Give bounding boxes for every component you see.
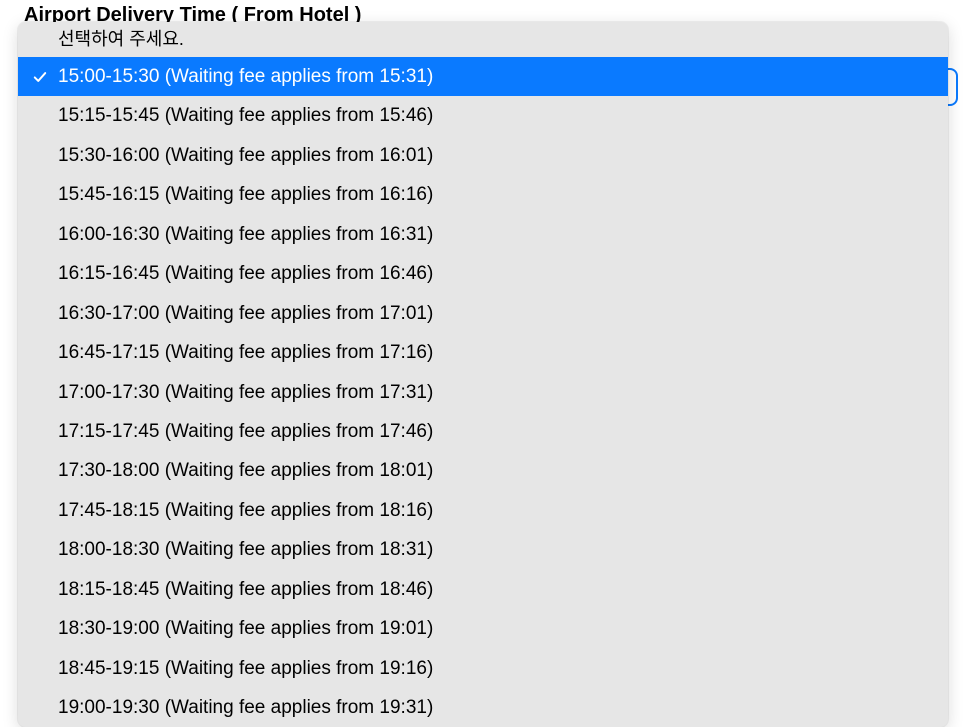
dropdown-option-label: 18:15-18:45 (Waiting fee applies from 18… [58,579,433,600]
dropdown-option[interactable]: 17:45-18:15 (Waiting fee applies from 18… [18,491,948,530]
dropdown-option[interactable]: 15:45-16:15 (Waiting fee applies from 16… [18,175,948,214]
dropdown-option[interactable]: 18:00-18:30 (Waiting fee applies from 18… [18,530,948,569]
dropdown-option[interactable]: 17:30-18:00 (Waiting fee applies from 18… [18,451,948,490]
dropdown-option[interactable]: 17:00-17:30 (Waiting fee applies from 17… [18,373,948,412]
dropdown-option[interactable]: 19:00-19:30 (Waiting fee applies from 19… [18,688,948,727]
dropdown-option[interactable]: 17:15-17:45 (Waiting fee applies from 17… [18,412,948,451]
dropdown-option-label: 19:00-19:30 (Waiting fee applies from 19… [58,697,433,718]
dropdown-list: 15:00-15:30 (Waiting fee applies from 15… [18,57,948,727]
dropdown-option-label: 16:15-16:45 (Waiting fee applies from 16… [58,263,433,284]
dropdown-option[interactable]: 16:45-17:15 (Waiting fee applies from 17… [18,333,948,372]
time-dropdown[interactable]: 선택하여 주세요. 15:00-15:30 (Waiting fee appli… [18,22,948,727]
dropdown-option-label: 17:00-17:30 (Waiting fee applies from 17… [58,382,433,403]
dropdown-option[interactable]: 18:45-19:15 (Waiting fee applies from 19… [18,649,948,688]
checkmark-icon [32,69,48,85]
dropdown-option-label: 18:30-19:00 (Waiting fee applies from 19… [58,618,433,639]
dropdown-option-label: 15:45-16:15 (Waiting fee applies from 16… [58,184,433,205]
dropdown-option[interactable]: 16:00-16:30 (Waiting fee applies from 16… [18,215,948,254]
dropdown-placeholder[interactable]: 선택하여 주세요. [18,22,948,57]
dropdown-option-label: 16:00-16:30 (Waiting fee applies from 16… [58,224,433,245]
dropdown-option-label: 17:45-18:15 (Waiting fee applies from 18… [58,500,433,521]
dropdown-option[interactable]: 15:00-15:30 (Waiting fee applies from 15… [18,57,948,96]
dropdown-option-label: 18:00-18:30 (Waiting fee applies from 18… [58,539,433,560]
dropdown-option-label: 18:45-19:15 (Waiting fee applies from 19… [58,658,433,679]
dropdown-option-label: 15:00-15:30 (Waiting fee applies from 15… [58,66,433,87]
dropdown-option-label: 15:15-15:45 (Waiting fee applies from 15… [58,105,433,126]
dropdown-option[interactable]: 18:30-19:00 (Waiting fee applies from 19… [18,609,948,648]
dropdown-option[interactable]: 15:30-16:00 (Waiting fee applies from 16… [18,136,948,175]
dropdown-option[interactable]: 16:30-17:00 (Waiting fee applies from 17… [18,294,948,333]
dropdown-option[interactable]: 15:15-15:45 (Waiting fee applies from 15… [18,96,948,135]
dropdown-option-label: 15:30-16:00 (Waiting fee applies from 16… [58,145,433,166]
dropdown-option-label: 17:30-18:00 (Waiting fee applies from 18… [58,460,433,481]
dropdown-option-label: 17:15-17:45 (Waiting fee applies from 17… [58,421,433,442]
dropdown-option[interactable]: 16:15-16:45 (Waiting fee applies from 16… [18,254,948,293]
dropdown-option-label: 16:45-17:15 (Waiting fee applies from 17… [58,342,433,363]
dropdown-option-label: 16:30-17:00 (Waiting fee applies from 17… [58,303,433,324]
dropdown-option[interactable]: 18:15-18:45 (Waiting fee applies from 18… [18,570,948,609]
